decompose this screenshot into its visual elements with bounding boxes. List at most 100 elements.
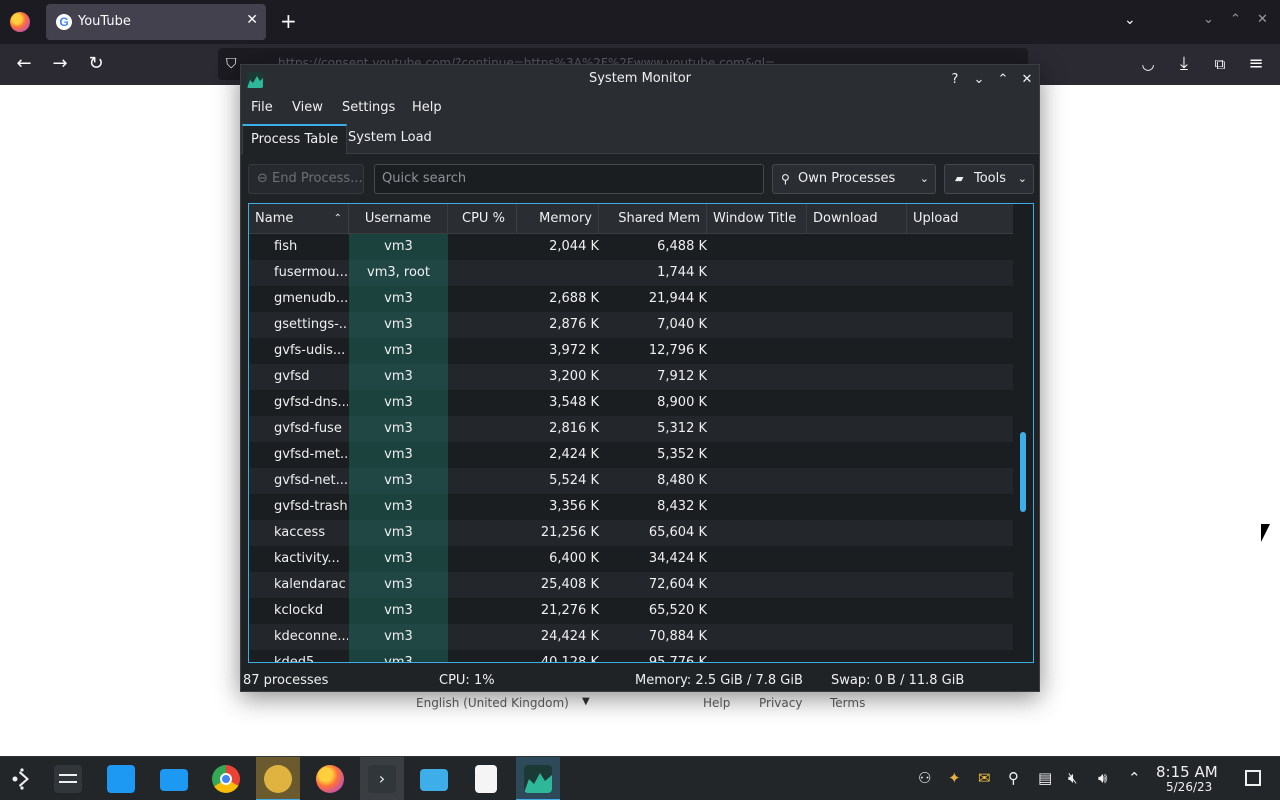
tab-system-load[interactable]: System Load xyxy=(340,124,440,154)
menu-file[interactable]: File xyxy=(251,100,273,115)
firefox-logo-icon[interactable] xyxy=(10,12,30,32)
taskbar-chrome[interactable] xyxy=(204,757,248,800)
footer-link-terms[interactable]: Terms xyxy=(830,696,865,710)
taskbar-system-monitor[interactable] xyxy=(516,757,560,800)
column-name-label: Name xyxy=(255,211,294,226)
clock-time[interactable]: 8:15 AM xyxy=(1156,763,1218,781)
table-row[interactable]: gvfsd vm3 3,200 K 7,912 K xyxy=(249,364,1014,390)
table-row[interactable]: kded5 vm3 40,128 K 95,776 K xyxy=(249,650,1014,663)
window-titlebar[interactable]: System Monitor ? ⌄ ⌃ ✕ xyxy=(241,65,1039,95)
list-tabs-chevron-icon[interactable]: ⌄ xyxy=(1124,12,1136,28)
taskbar-firefox[interactable] xyxy=(308,757,352,800)
menu-help[interactable]: Help xyxy=(412,100,442,115)
table-row[interactable]: gvfsd-dns... vm3 3,548 K 8,900 K xyxy=(249,390,1014,416)
back-arrow-icon[interactable]: ← xyxy=(12,53,36,77)
table-row[interactable]: gvfsd-met... vm3 2,424 K 5,352 K xyxy=(249,442,1014,468)
table-row[interactable]: kclockd vm3 21,276 K 65,520 K xyxy=(249,598,1014,624)
process-shared-mem: 8,432 K xyxy=(657,499,707,514)
tools-label: Tools xyxy=(974,171,1007,186)
tools-button[interactable]: ▰ Tools ⌄ xyxy=(944,164,1034,194)
table-row[interactable]: gmenudb... vm3 2,688 K 21,944 K xyxy=(249,286,1014,312)
end-process-button[interactable]: ⊖ End Process... xyxy=(248,164,364,194)
process-username: vm3 xyxy=(349,312,448,338)
column-header-shared-mem[interactable]: Shared Mem xyxy=(599,204,707,234)
column-header-upload[interactable]: Upload xyxy=(907,204,1014,234)
column-header-username[interactable]: Username xyxy=(349,204,448,234)
process-memory: 25,408 K xyxy=(540,577,599,592)
show-desktop-icon[interactable] xyxy=(1245,770,1261,786)
taskbar-terminal[interactable]: › xyxy=(360,757,404,800)
footer-link-privacy[interactable]: Privacy xyxy=(759,696,802,710)
maximize-browser-icon[interactable]: ⌃ xyxy=(1230,12,1241,27)
column-header-memory[interactable]: Memory xyxy=(517,204,599,234)
column-header-cpu[interactable]: CPU % xyxy=(448,204,517,234)
volume-icon[interactable]: 🔊︎ xyxy=(1098,769,1107,787)
shield-icon[interactable]: ⛉ xyxy=(226,56,237,72)
clock-date[interactable]: 5/26/23 xyxy=(1166,780,1212,794)
process-shared-mem: 7,040 K xyxy=(657,317,707,332)
clipboard-icon[interactable]: ▤ xyxy=(1038,769,1052,787)
mail-tray-icon[interactable]: ✉ xyxy=(978,769,991,787)
quick-search-input[interactable]: Quick search xyxy=(374,164,764,194)
close-icon[interactable]: ✕ xyxy=(1017,70,1037,90)
pocket-icon[interactable]: ◡ xyxy=(1136,53,1160,77)
menu-hamburger-icon[interactable]: ≡ xyxy=(1244,53,1268,77)
table-row[interactable]: kdeconne... vm3 24,424 K 70,884 K xyxy=(249,624,1014,650)
process-username: vm3 xyxy=(349,572,448,598)
app-launcher[interactable] xyxy=(0,757,44,800)
taskbar-dolphin[interactable] xyxy=(412,757,456,800)
menu-view[interactable]: View xyxy=(292,100,323,115)
download-icon[interactable]: ⤓ xyxy=(1172,53,1196,77)
process-shared-mem: 1,744 K xyxy=(657,265,707,280)
language-selector[interactable]: English (United Kingdom) xyxy=(416,696,569,710)
scrollbar-thumb[interactable] xyxy=(1020,432,1026,512)
column-header-name[interactable]: Name ⌃ xyxy=(249,204,349,234)
table-row[interactable]: gvfsd-trash vm3 3,356 K 8,432 K xyxy=(249,494,1014,520)
table-row[interactable]: kalendarac vm3 25,408 K 72,604 K xyxy=(249,572,1014,598)
process-username: vm3 xyxy=(349,520,448,546)
browser-tab-youtube[interactable]: G YouTube ✕ xyxy=(46,4,266,40)
bee-tray-icon[interactable]: ✦ xyxy=(948,769,961,787)
process-filter-dropdown[interactable]: ⚲ Own Processes ⌄ xyxy=(772,164,936,194)
minimize-icon[interactable]: ⌄ xyxy=(969,70,989,90)
table-row[interactable]: fusermou... vm3, root 1,744 K xyxy=(249,260,1014,286)
new-tab-icon[interactable]: + xyxy=(280,10,297,32)
audio-muted-icon[interactable]: 🔇︎ xyxy=(1068,769,1077,787)
table-row[interactable]: gvfsd-net... vm3 5,524 K 8,480 K xyxy=(249,468,1014,494)
pager-widget[interactable] xyxy=(46,757,90,800)
help-question-icon[interactable]: ? xyxy=(945,70,965,90)
table-row[interactable]: gvfsd-fuse vm3 2,816 K 5,312 K xyxy=(249,416,1014,442)
user-icon[interactable]: ⚇ xyxy=(918,769,931,787)
table-row[interactable]: kaccess vm3 21,256 K 65,604 K xyxy=(249,520,1014,546)
process-shared-mem: 6,488 K xyxy=(657,239,707,254)
process-username: vm3 xyxy=(349,468,448,494)
process-table[interactable]: Name ⌃ Username CPU % Memory Shared Mem … xyxy=(248,203,1034,663)
maximize-icon[interactable]: ⌃ xyxy=(993,70,1013,90)
language-dropdown-icon[interactable]: ▼ xyxy=(582,696,590,707)
accounts-icon[interactable]: ⚲ xyxy=(1008,769,1019,787)
close-browser-icon[interactable]: ✕ xyxy=(1257,12,1268,27)
column-header-window-title[interactable]: Window Title xyxy=(707,204,807,234)
close-tab-icon[interactable]: ✕ xyxy=(246,12,258,28)
process-username: vm3 xyxy=(349,494,448,520)
table-row[interactable]: fish vm3 2,044 K 6,488 K xyxy=(249,234,1014,260)
process-username: vm3 xyxy=(349,598,448,624)
extensions-icon[interactable]: ⧉ xyxy=(1208,53,1232,77)
taskbar-bee-app[interactable] xyxy=(256,757,300,800)
column-header-download[interactable]: Download xyxy=(807,204,907,234)
table-row[interactable]: kactivity... vm3 6,400 K 34,424 K xyxy=(249,546,1014,572)
table-row[interactable]: gsettings-... vm3 2,876 K 7,040 K xyxy=(249,312,1014,338)
taskbar-text-editor[interactable] xyxy=(464,757,508,800)
footer-link-help[interactable]: Help xyxy=(703,696,730,710)
minimize-browser-icon[interactable]: ⌄ xyxy=(1203,12,1214,27)
forward-arrow-icon[interactable]: → xyxy=(48,53,72,77)
menu-settings[interactable]: Settings xyxy=(342,100,395,115)
table-row[interactable]: gvfs-udis... vm3 3,972 K 12,796 K xyxy=(249,338,1014,364)
tray-expand-icon[interactable]: ⌃ xyxy=(1128,769,1141,787)
vertical-scrollbar[interactable] xyxy=(1013,204,1033,662)
taskbar-discover[interactable] xyxy=(99,757,143,800)
process-name: kded5 xyxy=(274,655,315,663)
reload-icon[interactable]: ↻ xyxy=(84,53,108,77)
taskbar-files[interactable] xyxy=(152,757,196,800)
tab-process-table[interactable]: Process Table xyxy=(242,124,348,154)
